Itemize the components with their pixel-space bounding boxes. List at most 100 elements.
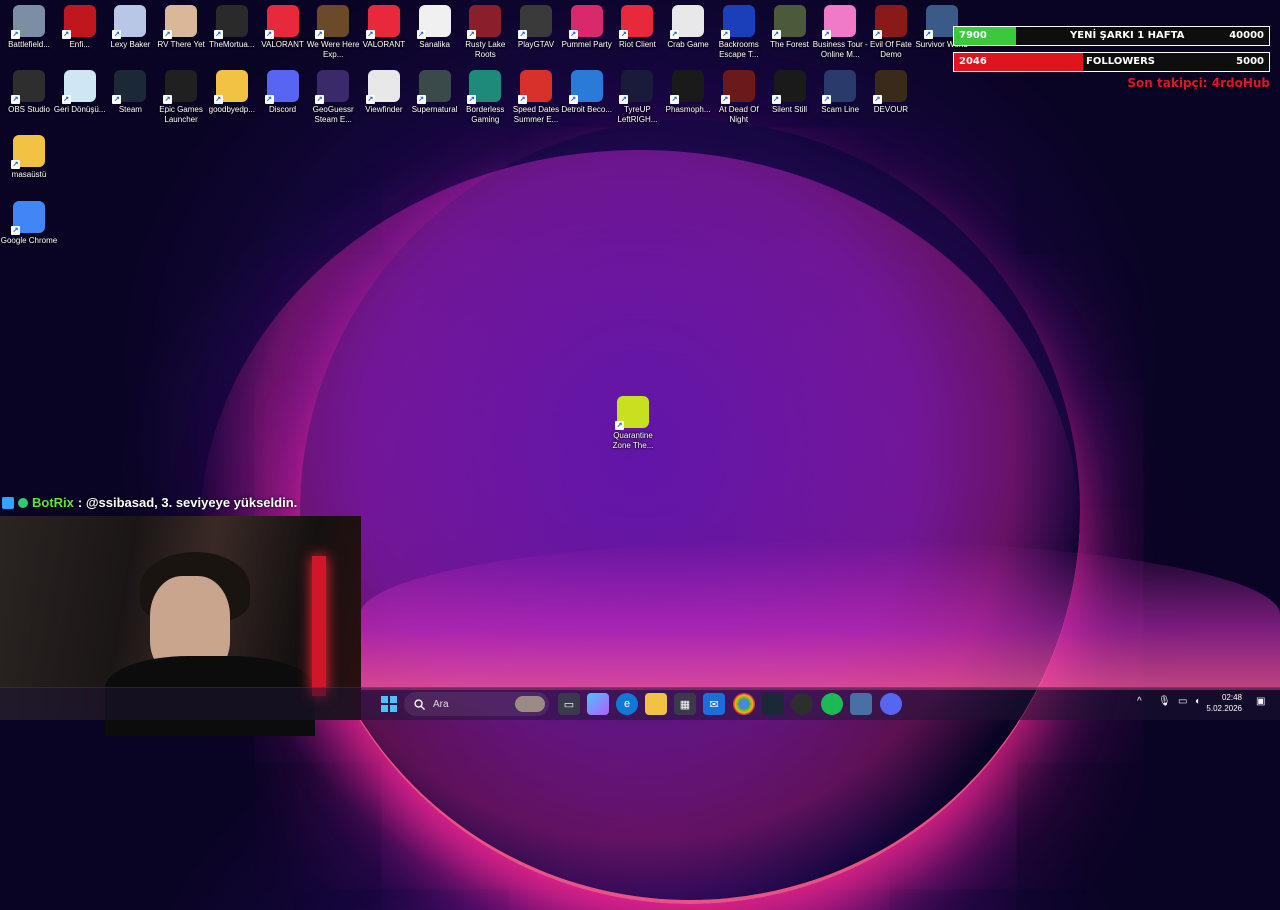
- desktop-icon[interactable]: ↗ Battlefield...: [4, 5, 54, 50]
- search-placeholder: Ara: [433, 698, 449, 710]
- desktop-icon[interactable]: ↗ OBS Studio: [4, 70, 54, 115]
- desktop-icon[interactable]: ↗ Business Tour - Online M...: [813, 5, 868, 60]
- followers-goal-bar: 2046 FOLLOWERS 5000: [953, 52, 1270, 72]
- app-shortcut-icon: ↗: [872, 5, 907, 39]
- app-shortcut-icon: ↗: [822, 70, 857, 104]
- search-highlight-image: [515, 696, 545, 712]
- desktop-icon[interactable]: ↗ Enfi...: [55, 5, 105, 50]
- spotify-icon[interactable]: [821, 693, 843, 715]
- shortcut-arrow-icon: ↗: [11, 160, 20, 169]
- desktop-icon[interactable]: ↗ Steam: [105, 70, 155, 115]
- search-icon: [414, 698, 425, 710]
- desktop-icon[interactable]: ↗ Riot Client: [612, 5, 662, 50]
- shortcut-arrow-icon: ↗: [720, 30, 730, 39]
- desktop-icon[interactable]: ↗ Backrooms Escape T...: [714, 5, 764, 60]
- desktop-icon[interactable]: ↗ Quarantine Zone The...: [608, 396, 658, 451]
- shortcut-arrow-icon: ↗: [163, 95, 173, 104]
- volume-icon[interactable]: ◖: [1194, 696, 1200, 707]
- desktop-icon[interactable]: ↗ The Forest: [765, 5, 815, 50]
- task-view-icon[interactable]: ▭: [558, 693, 580, 715]
- last-follower-label: Son takipçi: 4rdoHub: [1127, 76, 1270, 90]
- shortcut-arrow-icon: ↗: [11, 95, 20, 104]
- copilot-icon[interactable]: [587, 693, 609, 715]
- app-icon[interactable]: [850, 693, 872, 715]
- obs-icon[interactable]: [791, 693, 813, 715]
- song-goal-bar: 7900 YENİ ŞARKI 1 HAFTA 40000: [953, 26, 1270, 46]
- desktop-icon[interactable]: ↗ TyreUP LeftRIGH...: [612, 70, 662, 125]
- store-icon[interactable]: ▦: [674, 693, 696, 715]
- desktop-icon[interactable]: ↗ Lexy Baker: [105, 5, 155, 50]
- shortcut-arrow-icon: ↗: [61, 30, 71, 39]
- edge-icon[interactable]: e: [616, 693, 638, 715]
- file-explorer-icon[interactable]: [645, 693, 667, 715]
- shortcut-arrow-icon: ↗: [315, 95, 325, 104]
- desktop-icon[interactable]: ↗ Crab Game: [663, 5, 713, 50]
- desktop-icon[interactable]: ↗ Silent Still: [765, 70, 815, 115]
- microphone-icon[interactable]: 🎙: [1158, 696, 1171, 707]
- desktop-icon[interactable]: ↗ VALORANT: [359, 5, 409, 50]
- desktop-icon[interactable]: ↗ VALORANT: [258, 5, 308, 50]
- shortcut-arrow-icon: ↗: [163, 30, 173, 39]
- start-button[interactable]: [378, 693, 400, 715]
- desktop-icon[interactable]: ↗ PlayGTAV: [511, 5, 561, 50]
- chevron-up-icon[interactable]: ^: [1137, 696, 1142, 707]
- clock-time: 02:48: [1221, 693, 1242, 702]
- steam-icon[interactable]: [762, 693, 784, 715]
- shortcut-arrow-icon: ↗: [568, 30, 578, 39]
- desktop-icon[interactable]: ↗ goodbyedp...: [207, 70, 257, 115]
- desktop-icon[interactable]: ↗ Viewfinder: [359, 70, 409, 115]
- desktop-icon[interactable]: ↗ Pummel Party: [562, 5, 612, 50]
- app-shortcut-icon: ↗: [213, 5, 248, 39]
- network-icon[interactable]: ▭: [1178, 696, 1187, 707]
- app-shortcut-icon: ↗: [467, 5, 502, 39]
- desktop-icon[interactable]: ↗ Supernatural: [410, 70, 460, 115]
- desktop-icon-label: masaüstü: [11, 170, 47, 179]
- desktop-icon[interactable]: ↗ Phasmoph...: [663, 70, 713, 115]
- desktop-icon[interactable]: ↗ At Dead Of Night: [714, 70, 764, 125]
- desktop-icon[interactable]: ↗ Evil Of Fate Demo: [866, 5, 916, 60]
- desktop-icon[interactable]: ↗ Discord: [258, 70, 308, 115]
- app-shortcut-icon: ↗: [61, 5, 96, 39]
- app-shortcut-icon: ↗: [670, 70, 705, 104]
- desktop-icon[interactable]: ↗ masaüstü: [4, 135, 54, 180]
- desktop-icon[interactable]: ↗ Rusty Lake Roots: [460, 5, 510, 60]
- followers-goal-current: 2046: [959, 56, 987, 67]
- desktop-icon[interactable]: ↗ Speed Dates Summer E...: [511, 70, 561, 125]
- chat-message: BotRix : @ssibasad, 3. seviyeye yükseldi…: [2, 495, 297, 510]
- webcam-light: [312, 556, 326, 696]
- app-shortcut-icon: ↗: [467, 70, 502, 104]
- chrome-icon[interactable]: [733, 693, 755, 715]
- desktop-icon[interactable]: ↗ Scam Line: [815, 70, 865, 115]
- notification-icon[interactable]: ▣: [1256, 696, 1265, 707]
- shortcut-arrow-icon: ↗: [365, 30, 375, 39]
- shortcut-arrow-icon: ↗: [518, 30, 527, 39]
- desktop-icon[interactable]: ↗ We Were Here Exp...: [307, 5, 359, 60]
- taskbar-search[interactable]: Ara: [404, 692, 549, 716]
- shortcut-arrow-icon: ↗: [264, 30, 274, 39]
- desktop-icon[interactable]: ↗ Sanalika: [410, 5, 460, 50]
- clock[interactable]: 02:48 5.02.2026: [1206, 692, 1242, 714]
- desktop-icon[interactable]: ↗ TheMortua...: [207, 5, 257, 50]
- app-shortcut-icon: ↗: [619, 70, 654, 104]
- shortcut-arrow-icon: ↗: [615, 421, 624, 430]
- shortcut-arrow-icon: ↗: [213, 30, 223, 39]
- discord-icon[interactable]: [880, 693, 902, 715]
- desktop-icon[interactable]: ↗ Borderless Gaming: [460, 70, 510, 125]
- moderator-badge-icon: [2, 496, 14, 509]
- desktop-icon[interactable]: ↗ Google Chrome: [1, 201, 57, 246]
- desktop-icon[interactable]: ↗ GeoGuessr Steam E...: [308, 70, 358, 125]
- shortcut-arrow-icon: ↗: [315, 30, 325, 39]
- desktop-icon[interactable]: ↗ Epic Games Launcher: [156, 70, 206, 125]
- song-goal-current: 7900: [959, 30, 987, 41]
- app-shortcut-icon: ↗: [11, 5, 45, 39]
- followers-goal-target: 5000: [1236, 56, 1264, 67]
- app-shortcut-icon: ↗: [112, 70, 147, 104]
- desktop-icon[interactable]: ↗ DEVOUR: [866, 70, 916, 115]
- mail-icon[interactable]: ✉: [703, 693, 725, 715]
- shortcut-arrow-icon: ↗: [670, 30, 680, 39]
- wallpaper-ring: [300, 120, 1080, 904]
- desktop-icon[interactable]: ↗ RV There Yet: [156, 5, 206, 50]
- app-shortcut-icon: ↗: [518, 70, 552, 104]
- desktop-icon[interactable]: ↗ Detroit Beco...: [561, 70, 612, 115]
- desktop-icon[interactable]: ↗ Geri Dönüşü...: [54, 70, 105, 115]
